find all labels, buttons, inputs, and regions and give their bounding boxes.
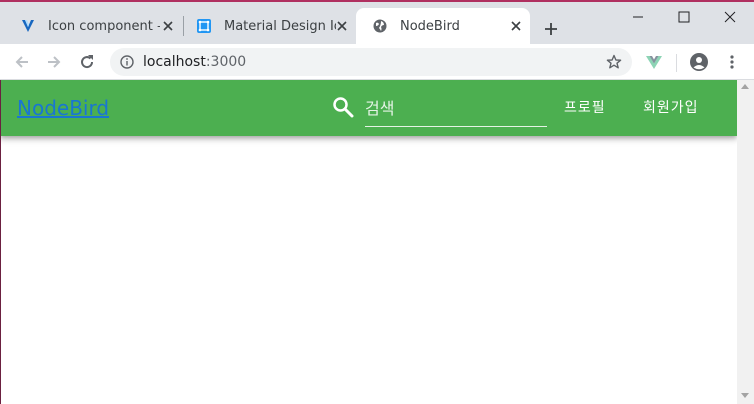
app-toolbar: NodeBird 프로필 회원가입 — [0, 80, 737, 136]
arrow-right-icon — [48, 56, 61, 68]
tab-title: Material Design Icons — [224, 18, 336, 34]
window-left-edge — [0, 80, 1, 404]
vue-devtools-extension-icon[interactable] — [642, 50, 666, 74]
vertical-scrollbar[interactable] — [737, 80, 754, 404]
profile-nav-button[interactable]: 프로필 — [564, 97, 606, 117]
close-icon[interactable] — [334, 18, 350, 34]
search-input[interactable] — [365, 94, 547, 127]
url-host: localhost — [143, 54, 206, 70]
tab-title: Icon component — — [48, 18, 160, 34]
close-icon[interactable] — [160, 18, 176, 34]
toolbar-divider — [676, 54, 677, 72]
profile-avatar-button[interactable] — [687, 50, 711, 74]
url-port: :3000 — [205, 54, 247, 70]
minimize-icon — [633, 16, 643, 18]
scroll-up-arrow-icon[interactable] — [741, 84, 749, 89]
tab-material-design-icons[interactable]: Material Design Icons — [180, 8, 356, 44]
search-box — [332, 94, 548, 127]
info-icon[interactable] — [120, 55, 134, 69]
reload-icon — [81, 55, 94, 69]
arrow-left-icon — [15, 56, 28, 68]
browser-menu-button[interactable] — [720, 50, 744, 74]
address-bar[interactable]: localhost:3000 — [110, 48, 632, 76]
vuetify-icon — [20, 18, 36, 34]
forward-button[interactable] — [42, 50, 66, 74]
maximize-button[interactable] — [662, 2, 706, 32]
brand-link[interactable]: NodeBird — [17, 96, 109, 120]
star-icon[interactable] — [606, 54, 622, 70]
back-button[interactable] — [10, 50, 34, 74]
reload-button[interactable] — [75, 50, 99, 74]
search-icon[interactable] — [332, 96, 356, 120]
tab-icon-component[interactable]: Icon component — — [4, 8, 182, 44]
minimize-button[interactable] — [616, 2, 660, 32]
account-circle-icon — [690, 53, 708, 71]
close-icon[interactable] — [508, 18, 524, 34]
maximize-icon — [678, 11, 690, 23]
more-vert-icon — [730, 55, 734, 69]
material-design-icon — [196, 18, 212, 34]
close-window-button[interactable] — [708, 2, 752, 32]
url-text: localhost:3000 — [143, 54, 246, 70]
tab-nodebird[interactable]: NodeBird — [356, 8, 530, 44]
page-viewport: NodeBird 프로필 회원가입 — [0, 80, 737, 404]
globe-icon — [372, 18, 388, 34]
close-icon — [724, 11, 736, 23]
tab-strip: Icon component — Material Design Icons N… — [0, 2, 754, 44]
signup-nav-button[interactable]: 회원가입 — [643, 97, 699, 117]
browser-toolbar: localhost:3000 — [0, 44, 754, 80]
scroll-down-arrow-icon[interactable] — [741, 393, 749, 398]
tab-title: NodeBird — [400, 18, 460, 34]
new-tab-button[interactable] — [540, 18, 562, 40]
plus-icon — [545, 23, 557, 35]
